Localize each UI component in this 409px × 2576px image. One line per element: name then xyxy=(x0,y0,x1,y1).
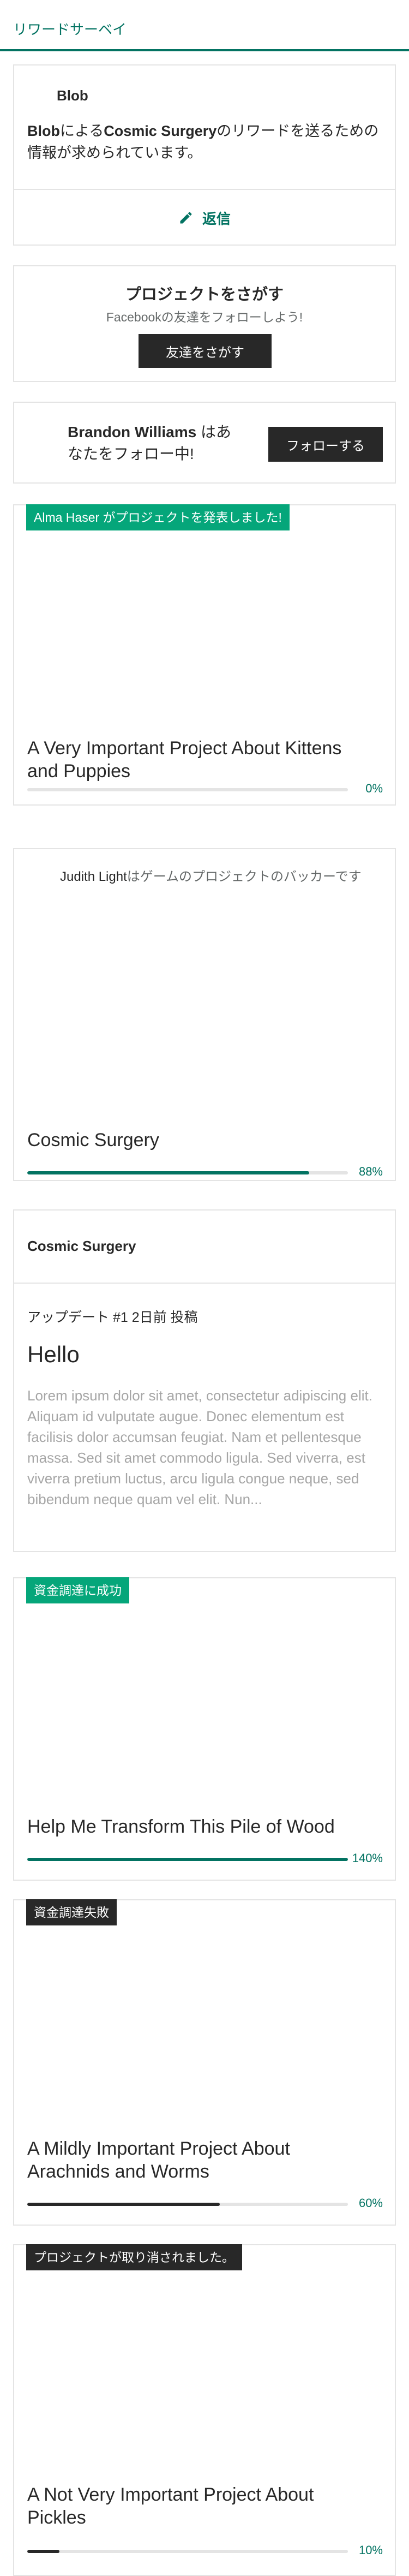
find-friends-card: プロジェクトをさがす Facebookの友達をフォローしよう! 友達をさがす xyxy=(13,265,396,382)
follower-name[interactable]: Brandon Williams xyxy=(68,424,196,440)
funding-failed-badge: 資金調達失敗 xyxy=(26,1899,117,1925)
follow-card: Brandon Williams はあなたをフォロー中! フォローする xyxy=(13,402,396,484)
find-friends-subtitle: Facebookの友達をフォローしよう! xyxy=(106,310,303,324)
backer-name[interactable]: Judith Light xyxy=(60,869,127,884)
project-card[interactable]: Judith Lightはゲームのプロジェクトのバッカーです Cosmic Su… xyxy=(13,848,396,1181)
message-sender: Blob xyxy=(57,87,88,104)
project-canceled-badge: プロジェクトが取り消されました。 xyxy=(26,2244,242,2270)
reply-button[interactable]: 返信 xyxy=(14,190,395,246)
message-text: BlobによるCosmic Surgeryのリワードを送るための情報が求められて… xyxy=(27,120,382,164)
follow-text: Brandon Williams はあなたをフォロー中! xyxy=(68,421,242,465)
progress-fill xyxy=(27,2203,220,2206)
project-title[interactable]: A Not Very Important Project About Pickl… xyxy=(27,2483,354,2529)
message-card: Blob BlobによるCosmic Surgeryのリワードを送るための情報が… xyxy=(13,64,396,246)
find-friends-button[interactable]: 友達をさがす xyxy=(139,334,272,368)
progress-fill xyxy=(27,2550,59,2553)
progress-bar xyxy=(27,788,348,791)
progress-percent: 88% xyxy=(358,1165,383,1178)
launch-badge: Alma Haser がプロジェクトを発表しました! xyxy=(26,504,290,530)
project-card[interactable]: 資金調達に成功 Help Me Transform This Pile of W… xyxy=(13,1577,396,1881)
find-friends-title: プロジェクトをさがす xyxy=(125,286,284,303)
project-card[interactable]: 資金調達失敗 A Mildly Important Project About … xyxy=(13,1899,396,2226)
project-title[interactable]: A Very Important Project About Kittens a… xyxy=(27,737,354,783)
progress-bar xyxy=(27,2550,348,2553)
message-project-name: Cosmic Surgery xyxy=(104,123,217,139)
pencil-icon xyxy=(180,212,192,224)
reply-label: 返信 xyxy=(202,210,231,227)
funding-success-badge: 資金調達に成功 xyxy=(26,1577,129,1603)
backer-activity: Judith Lightはゲームのプロジェクトのバッカーです xyxy=(60,866,387,885)
progress-percent: 10% xyxy=(358,2543,383,2557)
progress-bar xyxy=(27,1171,348,1174)
progress-percent: 0% xyxy=(365,782,383,795)
progress-percent: 140% xyxy=(352,1851,383,1865)
progress-fill xyxy=(27,1858,348,1861)
project-title[interactable]: Help Me Transform This Pile of Wood xyxy=(27,1815,354,1838)
project-card[interactable]: プロジェクトが取り消されました。 A Not Very Important Pr… xyxy=(13,2244,396,2576)
progress-bar xyxy=(27,1858,348,1861)
update-title[interactable]: Hello xyxy=(27,1341,80,1368)
project-title[interactable]: A Mildly Important Project About Arachni… xyxy=(27,2137,354,2183)
header: リワードサーベイ xyxy=(0,0,409,51)
progress-percent: 60% xyxy=(358,2196,383,2210)
page-title: リワードサーベイ xyxy=(13,21,127,38)
update-meta: アップデート #1 2日前 投稿 xyxy=(27,1310,198,1325)
divider xyxy=(14,1283,395,1284)
message-text-mid: による xyxy=(60,123,104,139)
project-card[interactable]: Alma Haser がプロジェクトを発表しました! A Very Import… xyxy=(13,504,396,806)
progress-bar xyxy=(27,2203,348,2206)
progress-fill xyxy=(27,1171,310,1174)
project-title[interactable]: Cosmic Surgery xyxy=(27,1129,354,1152)
update-body: Lorem ipsum dolor sit amet, consectetur … xyxy=(27,1387,372,1507)
message-sender-name: Blob xyxy=(27,123,60,139)
backer-text: はゲームのプロジェクトのバッカーです xyxy=(127,869,362,884)
update-card[interactable]: Cosmic Surgery アップデート #1 2日前 投稿 Hello Lo… xyxy=(13,1209,396,1552)
follow-button[interactable]: フォローする xyxy=(268,427,383,462)
update-project-name[interactable]: Cosmic Surgery xyxy=(27,1238,136,1255)
